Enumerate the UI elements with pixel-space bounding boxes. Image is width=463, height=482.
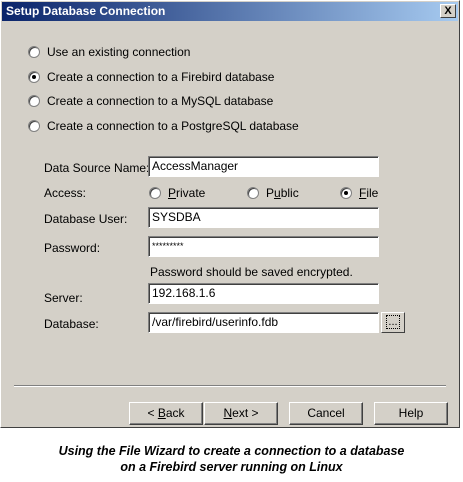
radio-button[interactable] (247, 187, 259, 199)
caption-line-2: on a Firebird server running on Linux (120, 460, 343, 474)
radio-button[interactable] (28, 95, 40, 107)
database-path-input[interactable]: /var/firebird/userinfo.fdb (148, 312, 379, 333)
radio-button[interactable] (28, 46, 40, 58)
access-option-file[interactable]: File (340, 186, 378, 200)
separator (14, 385, 446, 387)
data-source-name-input[interactable]: AccessManager (148, 156, 379, 177)
database-user-label: Database User: (44, 212, 128, 226)
password-note: Password should be saved encrypted. (150, 265, 353, 279)
option-firebird-connection[interactable]: Create a connection to a Firebird databa… (28, 70, 274, 84)
back-button[interactable]: < Back (129, 402, 203, 425)
window-title: Setup Database Connection (6, 4, 166, 18)
server-input[interactable]: 192.168.1.6 (148, 283, 379, 304)
database-user-input[interactable]: SYSDBA (148, 207, 379, 228)
radio-button[interactable] (28, 71, 40, 83)
setup-database-connection-dialog: Setup Database Connection X Use an exist… (0, 0, 460, 428)
close-button[interactable]: X (440, 4, 456, 18)
option-label: Create a connection to a Firebird databa… (47, 70, 275, 84)
access-public-label: Public (266, 186, 299, 200)
option-use-existing-connection[interactable]: Use an existing connection (28, 45, 190, 59)
password-label: Password: (44, 241, 101, 255)
database-label: Database: (44, 317, 99, 331)
option-label: Use an existing connection (47, 45, 191, 59)
title-bar: Setup Database Connection X (2, 2, 458, 21)
ellipsis-icon: ... (386, 315, 400, 329)
option-label: Create a connection to a MySQL database (47, 94, 274, 108)
password-input[interactable]: ********* (148, 236, 379, 257)
close-icon: X (444, 5, 452, 17)
access-option-public[interactable]: Public (247, 186, 299, 200)
radio-button[interactable] (149, 187, 161, 199)
option-postgresql-connection[interactable]: Create a connection to a PostgreSQL data… (28, 119, 299, 133)
option-mysql-connection[interactable]: Create a connection to a MySQL database (28, 94, 273, 108)
caption-line-1: Using the File Wizard to create a connec… (58, 444, 405, 458)
data-source-name-label: Data Source Name: (44, 161, 150, 175)
option-label: Create a connection to a PostgreSQL data… (47, 119, 299, 133)
server-label: Server: (44, 291, 83, 305)
radio-button[interactable] (28, 120, 40, 132)
help-button[interactable]: Help (374, 402, 448, 425)
access-label: Access: (44, 186, 87, 200)
access-option-private[interactable]: Private (149, 186, 205, 200)
radio-button[interactable] (340, 187, 352, 199)
next-button[interactable]: Next > (204, 402, 278, 425)
access-file-label: File (359, 186, 379, 200)
access-private-label: Private (168, 186, 206, 200)
cancel-button[interactable]: Cancel (289, 402, 363, 425)
browse-database-button[interactable]: ... (381, 312, 405, 333)
